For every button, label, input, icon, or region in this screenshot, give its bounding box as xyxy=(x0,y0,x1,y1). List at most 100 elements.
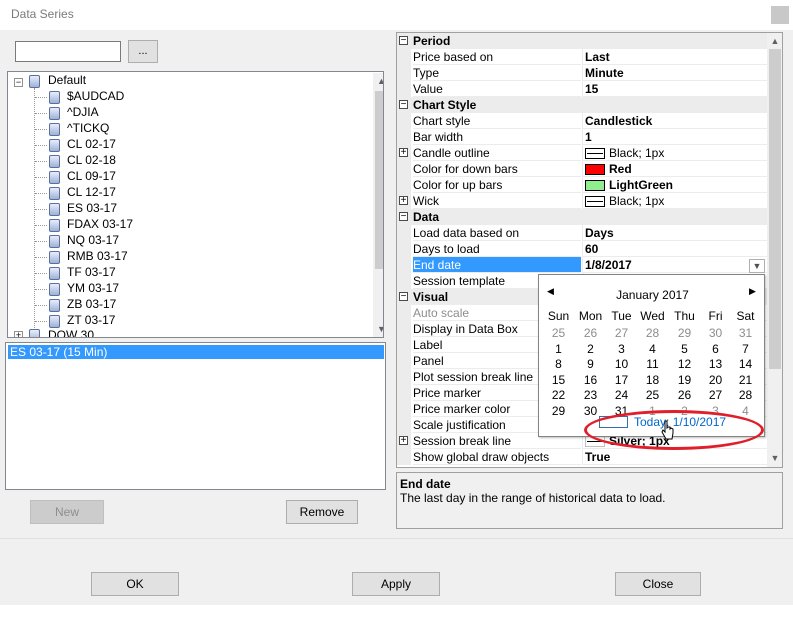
collapse-icon[interactable]: − xyxy=(399,292,408,302)
close-window-button[interactable] xyxy=(771,6,789,24)
calendar-day[interactable]: 2 xyxy=(575,342,606,357)
tree-item[interactable]: CL 09-17 xyxy=(67,169,116,183)
category-period[interactable]: − Period xyxy=(397,33,767,49)
collapse-icon[interactable]: − xyxy=(399,100,408,110)
chevron-right-icon[interactable]: ▶ xyxy=(749,286,756,297)
chevron-down-icon[interactable]: ▼ xyxy=(749,259,765,273)
prop-wick[interactable]: + Wick Black; 1px xyxy=(397,193,767,209)
scroll-thumb[interactable] xyxy=(769,49,781,369)
calendar-day[interactable]: 23 xyxy=(575,388,606,403)
tree-item[interactable]: ^TICKQ xyxy=(67,121,109,135)
prop-color-up[interactable]: Color for up bars LightGreen xyxy=(397,177,767,193)
expand-icon[interactable]: + xyxy=(14,331,23,337)
calendar-day[interactable]: 13 xyxy=(700,357,731,372)
calendar-day[interactable]: 7 xyxy=(730,342,761,357)
prop-price-based-on[interactable]: Price based on Last xyxy=(397,49,767,65)
collapse-icon[interactable]: − xyxy=(399,36,408,46)
calendar-day[interactable]: 29 xyxy=(669,326,700,341)
calendar-day[interactable]: 10 xyxy=(606,356,637,373)
tree-item[interactable]: CL 12-17 xyxy=(67,185,116,199)
calendar-day[interactable]: 1 xyxy=(543,342,574,357)
calendar-day[interactable]: 28 xyxy=(730,388,761,403)
grid-scrollbar[interactable]: ▲ ▼ xyxy=(767,33,782,467)
calendar-day[interactable]: 26 xyxy=(575,326,606,341)
calendar-month-title[interactable]: January 2017 xyxy=(539,288,766,302)
tree-root-label[interactable]: DOW 30 xyxy=(48,328,94,337)
tree-item[interactable]: ES 03-17 xyxy=(67,201,117,215)
prop-value[interactable]: Value 15 xyxy=(397,81,767,97)
prop-color-down[interactable]: Color for down bars Red xyxy=(397,161,767,177)
scroll-thumb[interactable] xyxy=(375,91,383,269)
tree-item[interactable]: TF 03-17 xyxy=(67,265,116,279)
new-button[interactable]: New xyxy=(30,500,104,524)
calendar-day[interactable]: 22 xyxy=(543,388,574,403)
browse-button[interactable]: ... xyxy=(128,40,158,63)
calendar-day[interactable]: 25 xyxy=(637,388,668,403)
tree-item[interactable]: ZB 03-17 xyxy=(67,297,116,311)
prop-load-data[interactable]: Load data based on Days xyxy=(397,225,767,241)
tree-item[interactable]: CL 02-17 xyxy=(67,137,116,151)
tree-item[interactable]: RMB 03-17 xyxy=(67,249,128,263)
tree-scrollbar[interactable]: ▲ ▼ xyxy=(373,73,383,337)
instrument-search-input[interactable] xyxy=(15,41,121,62)
calendar-day[interactable]: 26 xyxy=(669,388,700,403)
calendar-day[interactable]: 11 xyxy=(637,357,668,372)
prop-end-date[interactable]: End date 1/8/2017 xyxy=(397,257,767,273)
calendar-day[interactable]: 15 xyxy=(543,373,574,388)
scroll-up-icon[interactable]: ▲ xyxy=(767,33,782,50)
tree-item[interactable]: CL 02-18 xyxy=(67,153,116,167)
apply-button[interactable]: Apply xyxy=(352,572,440,596)
ok-button[interactable]: OK xyxy=(91,572,179,596)
calendar-day[interactable]: 27 xyxy=(700,388,731,403)
collapse-icon[interactable]: − xyxy=(14,78,23,87)
calendar-day[interactable]: 9 xyxy=(575,357,606,372)
calendar-day[interactable]: 21 xyxy=(730,373,761,388)
calendar-day[interactable]: 20 xyxy=(700,373,731,388)
scroll-up-icon[interactable]: ▲ xyxy=(373,73,383,90)
calendar-day[interactable]: 25 xyxy=(543,326,574,341)
remove-button[interactable]: Remove xyxy=(286,500,358,524)
calendar-day[interactable]: 8 xyxy=(543,357,574,373)
expand-icon[interactable]: + xyxy=(399,148,408,158)
calendar-day[interactable]: 6 xyxy=(700,342,731,357)
calendar-day[interactable]: 14 xyxy=(730,357,761,372)
prop-days-to-load[interactable]: Days to load 60 xyxy=(397,241,767,257)
tree-item[interactable]: $AUDCAD xyxy=(67,89,124,103)
expand-icon[interactable]: + xyxy=(399,196,408,206)
calendar-day[interactable]: 27 xyxy=(606,326,637,341)
close-button[interactable]: Close xyxy=(615,572,701,596)
tree-item[interactable]: YM 03-17 xyxy=(67,281,119,295)
collapse-icon[interactable]: − xyxy=(399,212,408,222)
calendar-day[interactable]: 3 xyxy=(606,342,637,357)
calendar-day[interactable]: 16 xyxy=(575,373,606,388)
prop-bar-width[interactable]: Bar width 1 xyxy=(397,129,767,145)
calendar-day[interactable]: 12 xyxy=(669,357,700,372)
tree-item[interactable]: ZT 03-17 xyxy=(67,313,115,327)
scroll-down-icon[interactable]: ▼ xyxy=(767,450,782,467)
data-series-list[interactable]: ES 03-17 (15 Min) xyxy=(5,342,386,490)
tree-item[interactable]: FDAX 03-17 xyxy=(67,217,133,231)
tree-root-label[interactable]: Default xyxy=(48,73,86,87)
category-data[interactable]: − Data xyxy=(397,209,767,225)
tree-item[interactable]: ^DJIA xyxy=(67,105,99,119)
category-chart-style[interactable]: − Chart Style xyxy=(397,97,767,113)
prop-chart-style[interactable]: Chart style Candlestick xyxy=(397,113,767,129)
prop-show-global-draw[interactable]: Show global draw objects True xyxy=(397,449,767,465)
expand-icon[interactable]: + xyxy=(399,436,408,446)
calendar-day[interactable]: 29 xyxy=(543,404,574,419)
calendar-day[interactable]: 5 xyxy=(669,342,700,357)
calendar-day[interactable]: 24 xyxy=(606,388,637,403)
calendar-day[interactable]: 30 xyxy=(700,326,731,341)
calendar-day[interactable]: 31 xyxy=(730,326,761,341)
tree-item[interactable]: NQ 03-17 xyxy=(67,233,119,247)
calendar-day[interactable]: 4 xyxy=(637,342,668,357)
instrument-tree[interactable]: − Default $AUDCAD ^DJIA ^TICKQ CL 02-17 CL 0… xyxy=(7,71,384,338)
prop-candle-outline[interactable]: + Candle outline Black; 1px xyxy=(397,145,767,161)
series-list-item[interactable]: ES 03-17 (15 Min) xyxy=(8,345,384,359)
calendar-day[interactable]: 17 xyxy=(606,373,637,388)
prop-type[interactable]: Type Minute xyxy=(397,65,767,81)
calendar-day[interactable]: 19 xyxy=(669,373,700,388)
scroll-down-icon[interactable]: ▼ xyxy=(373,321,383,337)
calendar-day[interactable]: 28 xyxy=(637,326,668,341)
calendar-day[interactable]: 18 xyxy=(637,373,668,388)
